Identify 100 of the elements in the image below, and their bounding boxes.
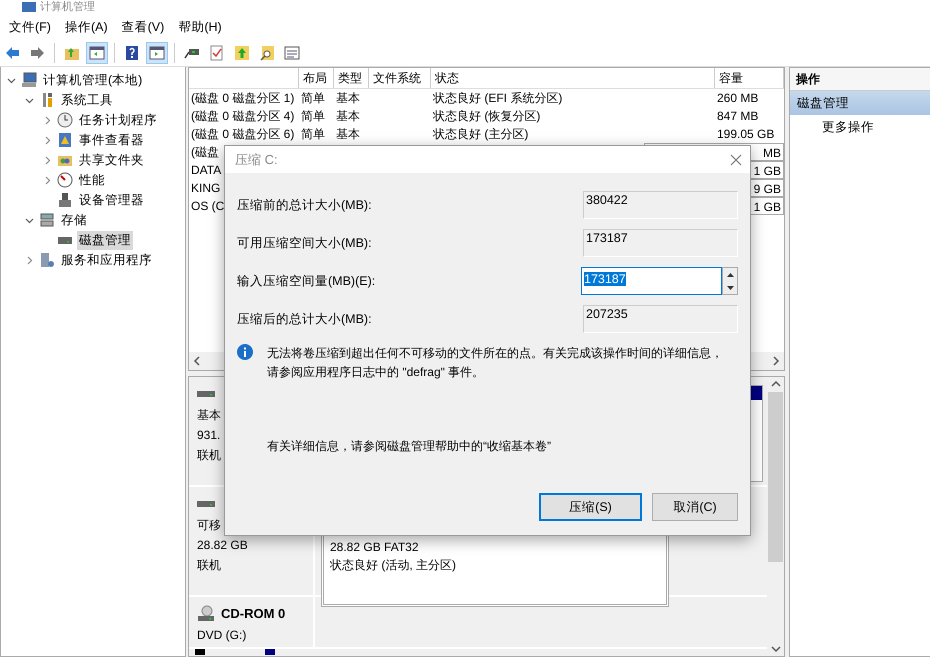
disk-info: 28.82 GB <box>197 538 248 552</box>
action-link[interactable]: 更多操作 <box>822 120 874 134</box>
expand-icon[interactable] <box>42 136 52 144</box>
collapse-icon[interactable] <box>6 76 16 84</box>
field-label: 压缩前的总计大小(MB): <box>237 196 372 214</box>
menu-item[interactable]: 文件(F) <box>2 16 58 38</box>
disk-drive-icon <box>197 500 215 508</box>
menu-item[interactable]: 帮助(H) <box>171 16 229 38</box>
disk-info: 基本 <box>197 408 221 422</box>
event-log-icon <box>57 132 73 148</box>
readonly-field: 380422 <box>583 191 738 219</box>
help-icon <box>124 45 140 61</box>
pane-icon <box>89 45 105 61</box>
table-cell: 简单 <box>301 109 325 123</box>
table-cell: 简单 <box>301 91 325 105</box>
back-arrow-icon <box>4 45 20 61</box>
info-message: 无法将卷压缩到超出任何不可移动的文件所在的点。有关完成该操作时间的详细信息，请参阅应用程序日志中的 "defrag" 事件。 <box>267 345 724 381</box>
table-cell: 1 GB <box>754 200 781 214</box>
actions-section[interactable]: 磁盘管理 <box>790 91 930 115</box>
column-header[interactable]: 布局 <box>303 71 327 85</box>
table-cell: (磁盘 0 磁盘分区 1) <box>191 91 294 105</box>
expand-icon[interactable] <box>24 256 34 264</box>
expand-icon[interactable] <box>42 156 52 164</box>
expand-icon[interactable] <box>42 116 52 124</box>
field-label: 输入压缩空间量(MB)(E): <box>237 272 376 290</box>
readonly-field: 207235 <box>583 305 738 333</box>
checklist-icon <box>209 45 225 61</box>
close-icon[interactable] <box>730 154 742 166</box>
tree-item[interactable]: 性能 <box>77 170 107 190</box>
table-cell: 简单 <box>301 127 325 141</box>
gauge-icon <box>57 172 73 188</box>
actions-header: 操作 <box>790 68 930 91</box>
field-label: 压缩后的总计大小(MB): <box>237 310 372 328</box>
toolbar-button[interactable] <box>146 42 168 64</box>
tree-item[interactable]: 事件查看器 <box>77 130 146 150</box>
optical-drive-icon <box>197 605 215 623</box>
tree-item[interactable]: 存储 <box>59 210 89 230</box>
field-label: 可用压缩空间大小(MB): <box>237 234 372 252</box>
disk-info: DVD (G:) <box>197 628 246 642</box>
scroll-right-icon[interactable] <box>772 356 780 366</box>
table-cell: OS (C <box>191 199 224 213</box>
list-icon <box>284 45 300 61</box>
scroll-down-icon[interactable] <box>770 645 780 653</box>
clock-icon <box>57 112 73 128</box>
disk-info: 联机 <box>197 558 221 572</box>
table-cell: 260 MB <box>717 91 758 105</box>
menu-item[interactable]: 操作(A) <box>58 16 115 38</box>
table-cell: (磁盘 0 磁盘分区 6) <box>191 127 294 141</box>
table-cell: 847 MB <box>717 109 758 123</box>
table-cell: 基本 <box>336 109 360 123</box>
column-header[interactable]: 类型 <box>338 71 362 85</box>
column-header[interactable]: 状态 <box>435 71 459 85</box>
window-title: 计算机管理 <box>40 1 95 13</box>
input-field[interactable]: 173187 <box>581 267 722 295</box>
tree-item[interactable]: 系统工具 <box>59 90 115 110</box>
table-cell: DATA <box>191 163 222 177</box>
scroll-up-icon[interactable] <box>770 380 780 388</box>
tree-item[interactable]: 任务计划程序 <box>77 110 159 130</box>
help-text: 有关详细信息，请参阅磁盘管理帮助中的“收缩基本卷” <box>267 439 551 453</box>
tree-item[interactable]: 计算机管理(本地) <box>41 70 144 90</box>
collapse-icon[interactable] <box>24 216 34 224</box>
expand-icon[interactable] <box>42 176 52 184</box>
tree-item[interactable]: 共享文件夹 <box>77 150 146 170</box>
table-cell: KING <box>191 181 220 195</box>
dialog-title: 压缩 C: <box>235 150 278 168</box>
collapse-icon[interactable] <box>24 96 34 104</box>
forward-arrow-icon <box>29 45 45 61</box>
table-cell: 基本 <box>336 127 360 141</box>
readonly-field: 173187 <box>583 229 738 257</box>
table-cell: (磁盘 <box>191 145 219 159</box>
disk-info: 联机 <box>197 448 221 462</box>
disk-info: 可移 <box>197 518 221 532</box>
table-cell: 基本 <box>336 91 360 105</box>
dialog-button[interactable]: 取消(C) <box>652 493 738 521</box>
export-icon <box>234 45 250 61</box>
dialog-button[interactable]: 压缩(S) <box>539 493 642 521</box>
column-header[interactable]: 文件系统 <box>373 71 421 85</box>
tree-item[interactable]: 磁盘管理 <box>77 230 133 250</box>
disk-title: CD-ROM 0 <box>221 605 286 623</box>
spin-buttons[interactable] <box>722 267 738 295</box>
tree-item[interactable]: 设备管理器 <box>77 190 146 210</box>
info-icon <box>237 344 253 360</box>
scroll-left-icon[interactable] <box>193 356 201 366</box>
table-cell: 状态良好 (主分区) <box>433 127 528 141</box>
table-cell: MB <box>763 146 781 160</box>
disk-drive-icon <box>197 390 215 398</box>
pane-icon <box>149 45 165 61</box>
disk-info: 931. <box>197 428 220 442</box>
menu-item[interactable]: 查看(V) <box>114 16 172 38</box>
column-header[interactable]: 容量 <box>719 71 743 85</box>
table-cell: 9 GB <box>754 182 781 196</box>
table-cell: 状态良好 (EFI 系统分区) <box>433 91 562 105</box>
tree-item[interactable]: 服务和应用程序 <box>59 250 154 270</box>
table-cell: (磁盘 0 磁盘分区 4) <box>191 109 294 123</box>
table-cell: 1 GB <box>754 164 781 178</box>
table-cell: 状态良好 (恢复分区) <box>433 109 540 123</box>
toolbar-button[interactable] <box>86 42 108 64</box>
table-cell: 199.05 GB <box>717 127 774 141</box>
search-icon <box>259 45 275 61</box>
device-icon <box>57 192 73 208</box>
